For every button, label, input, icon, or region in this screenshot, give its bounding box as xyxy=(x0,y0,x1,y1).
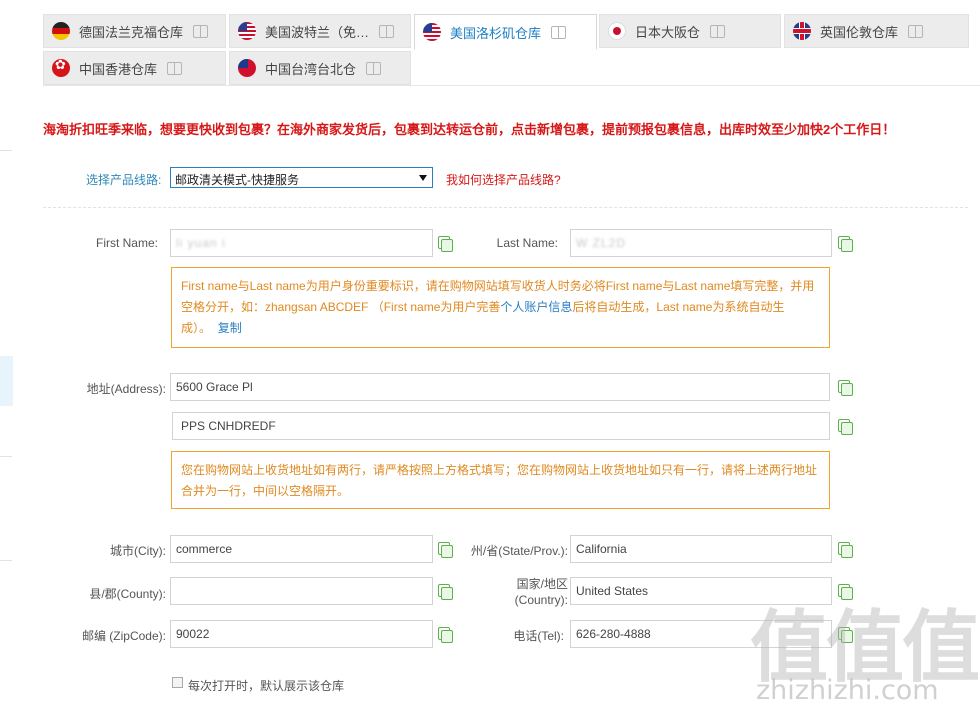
copy-link[interactable]: 复制 xyxy=(218,321,242,335)
book-icon[interactable] xyxy=(908,25,924,38)
tab-label: 中国台湾台北仓 xyxy=(265,61,357,77)
city-field[interactable]: commerce xyxy=(170,535,433,563)
gutter-divider xyxy=(0,560,12,561)
default-warehouse-checkbox[interactable] xyxy=(172,677,183,688)
last-name-label: Last Name: xyxy=(496,236,558,250)
book-icon[interactable] xyxy=(551,26,567,39)
tab-label: 英国伦敦仓库 xyxy=(820,24,899,40)
address-line1-field[interactable]: 5600 Grace Pl xyxy=(170,373,830,401)
tab-germany-frankfurt[interactable]: 德国法兰克福仓库 xyxy=(43,14,226,48)
hong-kong-flag-icon xyxy=(52,59,70,77)
first-name-field[interactable]: li yuan i xyxy=(170,229,433,257)
name-hint-box: First name与Last name为用户身份重要标识，请在购物网站填写收货… xyxy=(171,267,830,348)
copy-icon[interactable] xyxy=(438,236,453,252)
copy-icon[interactable] xyxy=(838,419,853,435)
route-help-link[interactable]: 我如何选择产品线路? xyxy=(446,171,561,188)
country-label-line1: 国家/地区 xyxy=(516,577,568,591)
state-value: California xyxy=(576,542,627,556)
address-label: 地址(Address): xyxy=(86,382,166,396)
first-name-value: li yuan i xyxy=(176,236,226,250)
book-icon[interactable] xyxy=(379,25,395,38)
address-line2-value: PPS CNHDREDF xyxy=(181,419,276,433)
gutter-accent xyxy=(0,356,13,406)
germany-flag-icon xyxy=(52,22,70,40)
zip-value: 90022 xyxy=(176,627,210,641)
tab-hong-kong[interactable]: 中国香港仓库 xyxy=(43,51,226,85)
tabs-divider xyxy=(43,85,980,86)
county-field[interactable] xyxy=(170,577,433,605)
gutter-divider xyxy=(0,150,12,151)
account-info-link[interactable]: 个人账户信息 xyxy=(500,300,572,314)
copy-icon[interactable] xyxy=(838,380,853,396)
watermark: 值值值 zhizhizhi.com xyxy=(750,585,980,715)
copy-icon[interactable] xyxy=(838,236,853,252)
book-icon[interactable] xyxy=(710,25,726,38)
usa-flag-icon xyxy=(423,23,441,41)
tab-label: 德国法兰克福仓库 xyxy=(79,24,184,40)
tab-label: 日本大阪仓 xyxy=(635,24,701,40)
country-label: 国家/地区 (Country): xyxy=(480,576,568,608)
tab-uk-london[interactable]: 英国伦敦仓库 xyxy=(784,14,969,48)
tab-japan-osaka[interactable]: 日本大阪仓 xyxy=(599,14,781,48)
last-name-field[interactable]: W ZL2D xyxy=(570,229,832,257)
uk-flag-icon xyxy=(793,22,811,40)
watermark-site: zhizhizhi.com xyxy=(756,675,939,706)
book-icon[interactable] xyxy=(193,25,209,38)
address-line1-value: 5600 Grace Pl xyxy=(176,380,253,394)
book-icon[interactable] xyxy=(167,62,183,75)
usa-flag-icon xyxy=(238,22,256,40)
tel-value: 626-280-4888 xyxy=(576,627,651,641)
tab-usa-portland[interactable]: 美国波特兰（免… xyxy=(229,14,411,48)
route-label: 选择产品线路: xyxy=(86,173,162,187)
tel-label: 电话(Tel): xyxy=(513,629,564,643)
state-label: 州/省(State/Prov.): xyxy=(470,544,568,558)
tab-label: 中国香港仓库 xyxy=(79,61,158,77)
country-value: United States xyxy=(576,584,649,598)
route-select[interactable]: 邮政清关模式-快捷服务 xyxy=(170,167,433,188)
promo-notice: 海淘折扣旺季来临，想要更快收到包裹？在海外商家发货后，包裹到达转运仓前，点击新增… xyxy=(43,122,896,137)
address-line2-field[interactable]: PPS CNHDREDF xyxy=(172,412,830,440)
city-value: commerce xyxy=(176,542,233,556)
zip-field[interactable]: 90022 xyxy=(170,620,433,648)
country-label-line2: (Country): xyxy=(514,593,568,607)
route-select-value: 邮政清关模式-快捷服务 xyxy=(175,173,299,187)
state-field[interactable]: California xyxy=(570,535,832,563)
first-name-label: First Name: xyxy=(95,236,158,250)
city-label: 城市(City): xyxy=(110,544,166,558)
address-hint-box: 您在购物网站上收货地址如有两行，请严格按照上方格式填写；您在购物网站上收货地址如… xyxy=(171,451,830,509)
copy-icon[interactable] xyxy=(838,542,853,558)
copy-icon[interactable] xyxy=(438,627,453,643)
tab-label: 美国洛杉矶仓库 xyxy=(450,25,542,41)
zip-label: 邮编 (ZipCode): xyxy=(81,629,166,643)
default-warehouse-label: 每次打开时，默认展示该仓库 xyxy=(188,679,345,693)
county-label: 县/郡(County): xyxy=(89,587,166,601)
book-icon[interactable] xyxy=(366,62,382,75)
section-divider xyxy=(43,207,968,208)
tab-taiwan-taipei[interactable]: 中国台湾台北仓 xyxy=(229,51,411,85)
address-hint-text: 您在购物网站上收货地址如有两行，请严格按照上方格式填写；您在购物网站上收货地址如… xyxy=(181,463,818,498)
last-name-value: W ZL2D xyxy=(576,236,627,250)
copy-icon[interactable] xyxy=(438,584,453,600)
tab-label: 美国波特兰（免… xyxy=(265,24,370,40)
japan-flag-icon xyxy=(608,22,626,40)
gutter-divider xyxy=(0,456,12,457)
tab-usa-los-angeles[interactable]: 美国洛杉矶仓库 xyxy=(414,14,597,50)
dropdown-arrow-icon xyxy=(419,175,427,181)
taiwan-flag-icon xyxy=(238,59,256,77)
